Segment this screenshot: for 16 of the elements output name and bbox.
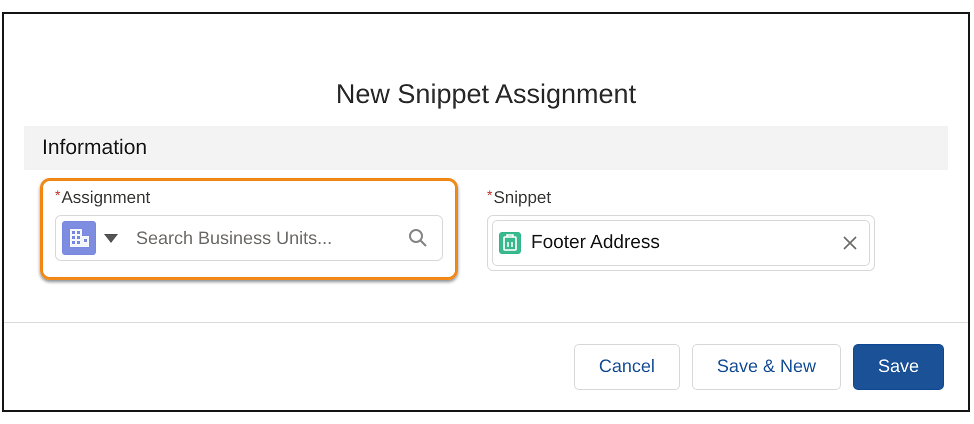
field-label: Assignment <box>61 187 150 209</box>
dialog-title: New Snippet Assignment <box>336 78 636 111</box>
required-mark: * <box>55 187 60 203</box>
save-button[interactable]: Save <box>852 344 944 390</box>
document-icon <box>499 232 521 254</box>
action-button[interactable]: Cancel <box>574 344 680 390</box>
section-title: Information <box>42 135 148 162</box>
field-label: Snippet <box>493 187 552 209</box>
required-mark: * <box>487 187 492 203</box>
action-button[interactable]: Save & New <box>692 344 841 390</box>
close-icon[interactable] <box>843 236 857 250</box>
search-input[interactable]: Search Business Units... <box>136 224 408 252</box>
caret-icon[interactable] <box>104 234 118 242</box>
search-field[interactable]: Search Business Units... <box>55 215 443 261</box>
search-icon <box>408 228 428 248</box>
building-icon <box>62 221 96 255</box>
